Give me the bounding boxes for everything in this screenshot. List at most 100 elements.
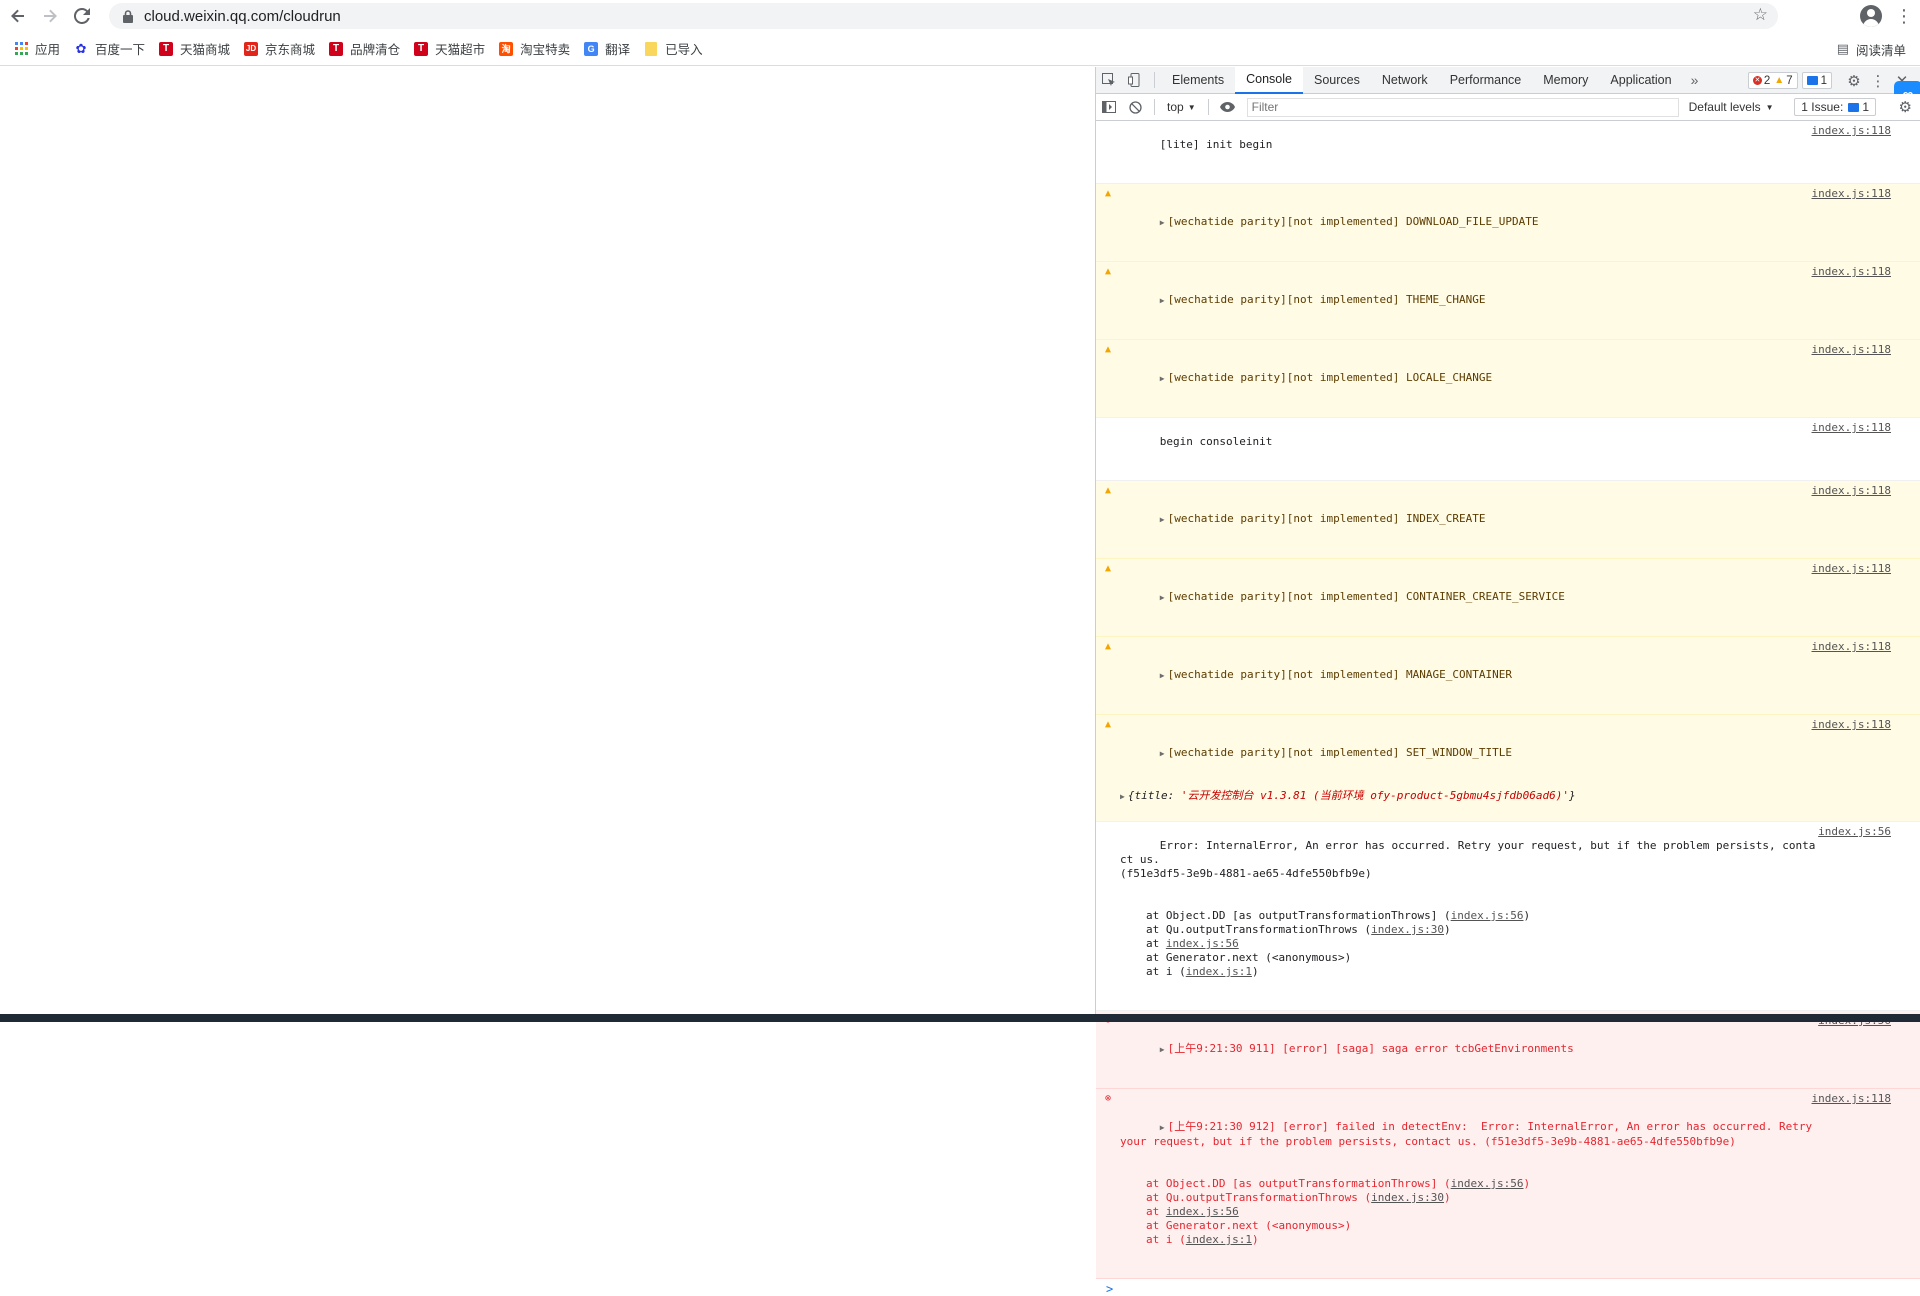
stack-frame-link[interactable]: index.js:56 — [1451, 1177, 1524, 1190]
jd-icon: JD — [244, 41, 259, 56]
devtools-menu-icon[interactable]: ⋮ — [1866, 72, 1890, 90]
sidebar-toggle-icon[interactable] — [1096, 94, 1122, 120]
expand-triangle-icon[interactable]: ▶ — [1120, 792, 1125, 801]
address-bar[interactable]: cloud.weixin.qq.com/cloudrun ☆ — [109, 3, 1778, 29]
reading-list-icon: ▤ — [1836, 41, 1849, 56]
stack-frame-link[interactable]: index.js:1 — [1186, 965, 1252, 978]
stack-frame-link[interactable]: index.js:56 — [1166, 937, 1239, 950]
devtools-tabbar: Elements Console Sources Network Perform… — [1096, 66, 1920, 107]
stack-frame-link[interactable]: index.js:30 — [1371, 923, 1444, 936]
source-link[interactable]: index.js:118 — [1812, 484, 1891, 498]
stack-frame-link[interactable]: index.js:30 — [1371, 1191, 1444, 1204]
error-warning-counter[interactable]: ✕ 2 ▲ 7 — [1747, 72, 1798, 89]
tab-memory[interactable]: Memory — [1532, 67, 1599, 94]
toolbar-separator — [1207, 99, 1209, 115]
console-messages: [lite] init begin index.js:118 ▲ ▶ [wecha… — [1096, 121, 1920, 1296]
source-link[interactable]: index.js:118 — [1812, 421, 1891, 435]
console-message-warning[interactable]: ▲ ▶ [wechatide parity][not implemented] T… — [1096, 262, 1920, 340]
tab-application[interactable]: Application — [1599, 67, 1682, 94]
source-link[interactable]: index.js:118 — [1812, 187, 1891, 201]
expand-triangle-icon[interactable]: ▶ — [1160, 296, 1165, 305]
console-message-warning[interactable]: ▲ ▶ [wechatide parity][not implemented] S… — [1096, 715, 1920, 822]
stack-frame-link[interactable]: index.js:56 — [1451, 909, 1524, 922]
person-icon — [1863, 9, 1879, 27]
tmall-icon: T — [414, 41, 429, 56]
message-icon — [1806, 76, 1818, 85]
reading-list[interactable]: ▤ 阅读清单 — [1837, 32, 1906, 66]
console-message-warning[interactable]: ▲ ▶ [wechatide parity][not implemented] L… — [1096, 340, 1920, 418]
clear-console-icon[interactable] — [1122, 94, 1148, 120]
console-prompt[interactable]: > — [1096, 1279, 1920, 1296]
object-preview[interactable]: {title: '云开发控制台 v1.3.81 (当前环境 ofy-produc… — [1128, 789, 1576, 802]
tmall-icon: T — [159, 41, 174, 56]
source-link[interactable]: index.js:56 — [1818, 825, 1891, 839]
console-settings-gear-icon[interactable]: ⚙ — [1899, 98, 1912, 116]
bookmark-tmall-market[interactable]: T 天猫超市 — [414, 37, 485, 61]
caret-down-icon: ▼ — [1765, 102, 1774, 112]
stack-frame-link[interactable]: index.js:1 — [1186, 1233, 1252, 1246]
tab-sources[interactable]: Sources — [1303, 67, 1371, 94]
toolbar-separator — [1154, 99, 1155, 115]
bookmark-jd[interactable]: JD 京东商城 — [244, 37, 315, 61]
expand-triangle-icon[interactable]: ▶ — [1160, 374, 1165, 383]
expand-triangle-icon[interactable]: ▶ — [1160, 515, 1165, 524]
issues-button[interactable]: 1 Issue: 1 — [1794, 98, 1876, 116]
reload-button[interactable] — [68, 2, 96, 30]
warning-icon: ▲ — [1104, 641, 1112, 652]
console-message-warning[interactable]: ▲ ▶ [wechatide parity][not implemented] D… — [1096, 184, 1920, 262]
issue-counters[interactable]: ✕ 2 ▲ 7 1 — [1744, 72, 1832, 89]
tab-separator — [1154, 72, 1155, 88]
expand-triangle-icon[interactable]: ▶ — [1160, 1045, 1165, 1054]
expand-triangle-icon[interactable]: ▶ — [1160, 1123, 1165, 1132]
translate-icon: G — [584, 41, 599, 56]
back-button[interactable] — [4, 2, 32, 30]
expand-triangle-icon[interactable]: ▶ — [1160, 218, 1165, 227]
source-link[interactable]: index.js:118 — [1812, 562, 1891, 576]
source-link[interactable]: index.js:118 — [1812, 718, 1891, 732]
more-tabs-icon[interactable]: » — [1683, 72, 1707, 88]
expand-triangle-icon[interactable]: ▶ — [1160, 671, 1165, 680]
forward-button[interactable] — [36, 2, 64, 30]
tab-performance[interactable]: Performance — [1439, 67, 1533, 94]
bookmark-star-icon[interactable]: ☆ — [1753, 5, 1768, 25]
url-text[interactable]: cloud.weixin.qq.com/cloudrun — [144, 8, 341, 25]
bookmark-translate[interactable]: G 翻译 — [584, 37, 630, 61]
console-message-error-text: Error: InternalError, An error has occur… — [1096, 822, 1920, 1011]
bookmark-tmall[interactable]: T 天猫商城 — [159, 37, 230, 61]
tab-network[interactable]: Network — [1371, 67, 1439, 94]
bookmark-imported[interactable]: 已导入 — [644, 37, 703, 61]
tab-elements[interactable]: Elements — [1161, 67, 1235, 94]
expand-triangle-icon[interactable]: ▶ — [1160, 749, 1165, 758]
live-expression-eye-icon[interactable] — [1215, 94, 1241, 120]
source-link[interactable]: index.js:118 — [1812, 1092, 1891, 1106]
browser-menu-icon[interactable]: ⋮ — [1894, 6, 1914, 27]
bookmark-baidu[interactable]: ✿ 百度一下 — [74, 37, 145, 61]
source-link[interactable]: index.js:118 — [1812, 640, 1891, 654]
console-message-warning[interactable]: ▲ ▶ [wechatide parity][not implemented] I… — [1096, 481, 1920, 559]
bookmark-taobao[interactable]: 淘 淘宝特卖 — [499, 37, 570, 61]
message-icon — [1848, 102, 1860, 112]
profile-avatar[interactable] — [1860, 5, 1882, 27]
source-link[interactable]: index.js:118 — [1812, 124, 1891, 138]
source-link[interactable]: index.js:118 — [1812, 265, 1891, 279]
lock-icon — [121, 9, 135, 23]
message-counter[interactable]: 1 — [1801, 72, 1832, 89]
stack-frame-link[interactable]: index.js:56 — [1166, 1205, 1239, 1218]
expand-triangle-icon[interactable]: ▶ — [1160, 593, 1165, 602]
apps-grid-icon — [14, 42, 28, 56]
console-filter-input[interactable] — [1246, 97, 1679, 117]
tmall-icon: T — [329, 41, 344, 56]
console-message-warning[interactable]: ▲ ▶ [wechatide parity][not implemented] M… — [1096, 637, 1920, 715]
console-message-warning[interactable]: ▲ ▶ [wechatide parity][not implemented] C… — [1096, 559, 1920, 637]
bookmark-apps[interactable]: 应用 — [14, 37, 60, 61]
tab-console[interactable]: Console — [1235, 66, 1303, 94]
settings-gear-icon[interactable]: ⚙ — [1842, 72, 1866, 90]
inspect-element-icon[interactable] — [1096, 67, 1122, 93]
bookmark-brand-clearance[interactable]: T 品牌清仓 — [329, 37, 400, 61]
log-levels-dropdown[interactable]: Default levels ▼ — [1689, 100, 1774, 114]
console-message-error[interactable]: ⊗ ▶[上午9:21:30 911] [error] [saga] saga e… — [1096, 1011, 1920, 1089]
source-link[interactable]: index.js:118 — [1812, 343, 1891, 357]
console-message-error[interactable]: ⊗ ▶ [上午9:21:30 912] [error] failed in det… — [1096, 1089, 1920, 1279]
context-selector[interactable]: top ▼ — [1161, 100, 1202, 114]
device-toolbar-icon[interactable] — [1122, 67, 1148, 93]
